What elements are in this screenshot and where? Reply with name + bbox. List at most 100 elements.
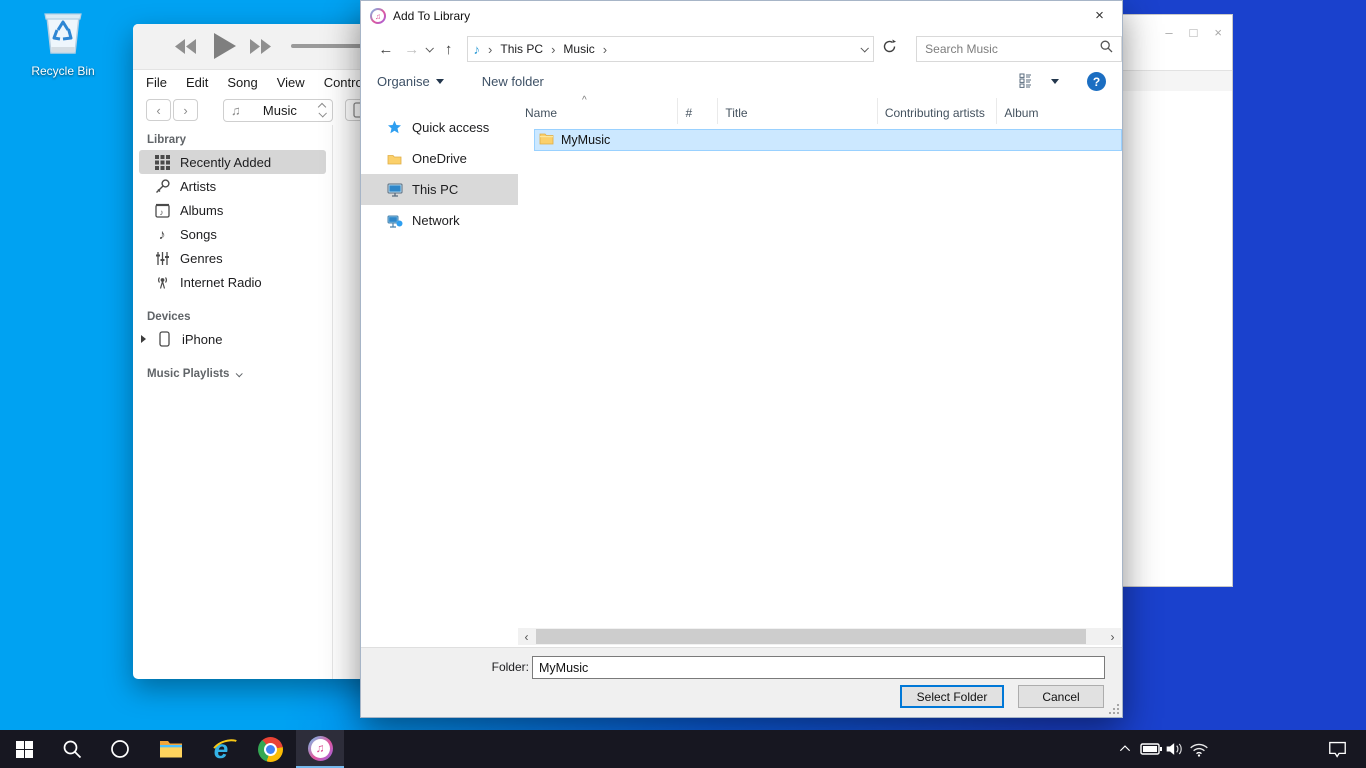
sidebar-item-songs[interactable]: ♪ Songs	[139, 222, 326, 246]
sidebar-item-quick-access[interactable]: Quick access	[361, 112, 518, 143]
folder-name-input[interactable]	[532, 656, 1105, 679]
new-folder-button[interactable]: New folder	[482, 74, 544, 89]
previous-track-icon[interactable]	[175, 38, 197, 60]
details-view-icon[interactable]	[1019, 73, 1035, 91]
disclosure-triangle-icon[interactable]	[141, 335, 146, 343]
column-header-album[interactable]: Album	[997, 98, 1122, 124]
folder-icon	[539, 132, 554, 148]
microphone-icon	[153, 179, 171, 194]
breadcrumb-this-pc[interactable]: This PC	[500, 42, 543, 56]
file-list: ^ Name # Title Contributing artists Albu…	[518, 96, 1122, 647]
music-note-icon: ♪	[474, 42, 481, 57]
action-center-icon[interactable]	[1320, 730, 1354, 768]
sidebar-item-artists[interactable]: Artists	[139, 174, 326, 198]
music-note-icon: ♪	[153, 226, 171, 242]
breadcrumb-music[interactable]: Music	[563, 42, 594, 56]
sidebar-item-network[interactable]: Network	[361, 205, 518, 236]
column-header-number[interactable]: #	[678, 98, 718, 124]
menu-file[interactable]: File	[146, 75, 167, 90]
sidebar-item-albums[interactable]: ♪ Albums	[139, 198, 326, 222]
maximize-icon[interactable]: □	[1190, 25, 1198, 40]
cortana-icon[interactable]	[96, 730, 144, 768]
sidebar-item-genres[interactable]: Genres	[139, 246, 326, 270]
sidebar-item-label: This PC	[412, 182, 458, 197]
recent-locations-chevron-icon[interactable]	[425, 44, 433, 52]
breadcrumb-separator: ›	[600, 42, 610, 57]
scroll-left-icon[interactable]: ‹	[518, 628, 535, 645]
column-header-title[interactable]: Title	[718, 98, 877, 124]
column-header-name[interactable]: ^ Name	[518, 98, 678, 124]
scroll-right-icon[interactable]: ›	[1104, 628, 1121, 645]
dialog-navigation-bar: ← → ↑ ♪ › This PC › Music ›	[361, 31, 1122, 67]
sidebar-item-iphone[interactable]: iPhone	[139, 327, 326, 351]
help-button[interactable]: ?	[1087, 72, 1106, 91]
forward-icon[interactable]: →	[399, 41, 425, 58]
close-icon: ×	[1095, 7, 1104, 24]
battery-icon[interactable]	[1138, 730, 1164, 768]
dialog-titlebar[interactable]: ♫ Add To Library	[361, 1, 1122, 31]
close-icon[interactable]: ×	[1214, 25, 1222, 40]
next-track-icon[interactable]	[250, 38, 272, 60]
tray-chevron-up-icon[interactable]	[1112, 730, 1138, 768]
file-explorer-icon[interactable]	[147, 730, 195, 768]
view-dropdown-caret-icon[interactable]	[1051, 79, 1059, 84]
sidebar-item-label: Artists	[180, 179, 216, 194]
media-kind-value: Music	[247, 103, 313, 118]
wifi-icon[interactable]	[1186, 730, 1212, 768]
menu-song[interactable]: Song	[227, 75, 257, 90]
sidebar-item-this-pc[interactable]: This PC	[361, 174, 518, 205]
chrome-icon[interactable]	[246, 730, 294, 768]
sidebar-item-recently-added[interactable]: Recently Added	[139, 150, 326, 174]
address-bar[interactable]: ♪ › This PC › Music ›	[467, 36, 875, 62]
menu-view[interactable]: View	[277, 75, 305, 90]
sidebar-item-label: Network	[412, 213, 460, 228]
network-icon	[386, 214, 403, 228]
onedrive-icon	[386, 152, 403, 165]
itunes-back-button[interactable]: ‹	[146, 99, 171, 121]
internet-explorer-icon[interactable]: e	[197, 730, 245, 768]
organise-button[interactable]: Organise	[377, 74, 444, 89]
taskbar-search-icon[interactable]	[48, 730, 96, 768]
sidebar-item-label: Albums	[180, 203, 223, 218]
sidebar-item-label: Quick access	[412, 120, 489, 135]
add-to-library-dialog: ♫ Add To Library × ← → ↑ ♪ › This PC › M…	[360, 0, 1123, 718]
select-folder-button[interactable]: Select Folder	[900, 685, 1004, 708]
column-header-contributing-artists[interactable]: Contributing artists	[878, 98, 998, 124]
breadcrumb-separator: ›	[548, 42, 558, 57]
folder-label: Folder:	[487, 660, 529, 674]
sidebar-item-label: Genres	[180, 251, 223, 266]
music-playlists-header[interactable]: Music Playlists	[133, 363, 332, 384]
iphone-icon	[155, 331, 173, 347]
media-kind-selector[interactable]: ♫ Music	[223, 99, 333, 122]
recycle-bin-desktop-icon[interactable]: Recycle Bin	[26, 8, 100, 78]
sidebar-item-internet-radio[interactable]: Internet Radio	[139, 270, 326, 294]
itunes-taskbar-icon[interactable]: ♫	[296, 730, 344, 768]
volume-icon[interactable]	[1162, 730, 1188, 768]
back-icon[interactable]: ←	[373, 41, 399, 58]
search-input[interactable]	[925, 42, 1100, 56]
grid-icon	[153, 155, 171, 170]
chevron-down-icon	[236, 370, 243, 377]
up-icon[interactable]: ↑	[439, 41, 459, 58]
search-box[interactable]	[916, 36, 1122, 62]
itunes-forward-button[interactable]: ›	[173, 99, 198, 121]
file-row-mymusic[interactable]: MyMusic	[534, 129, 1122, 151]
scrollbar-thumb[interactable]	[536, 629, 1086, 644]
start-button[interactable]	[0, 730, 48, 768]
itunes-sidebar: Library Recently Added Artists ♪ Albums …	[133, 125, 333, 679]
sort-ascending-icon: ^	[582, 95, 587, 106]
horizontal-scrollbar[interactable]: ‹ ›	[518, 628, 1121, 645]
address-dropdown-chevron-icon[interactable]	[861, 44, 869, 52]
dialog-close-button[interactable]: ×	[1077, 1, 1122, 30]
quick-access-star-icon	[386, 120, 403, 135]
resize-grip[interactable]	[1109, 704, 1119, 714]
menu-edit[interactable]: Edit	[186, 75, 208, 90]
cancel-button[interactable]: Cancel	[1018, 685, 1104, 708]
play-icon[interactable]	[213, 32, 237, 65]
sidebar-item-onedrive[interactable]: OneDrive	[361, 143, 518, 174]
sidebar-item-label: Internet Radio	[180, 275, 262, 290]
sidebar-item-label: Songs	[180, 227, 217, 242]
refresh-icon[interactable]	[882, 39, 897, 59]
minimize-icon[interactable]: –	[1165, 25, 1172, 40]
breadcrumb-separator: ›	[485, 42, 495, 57]
